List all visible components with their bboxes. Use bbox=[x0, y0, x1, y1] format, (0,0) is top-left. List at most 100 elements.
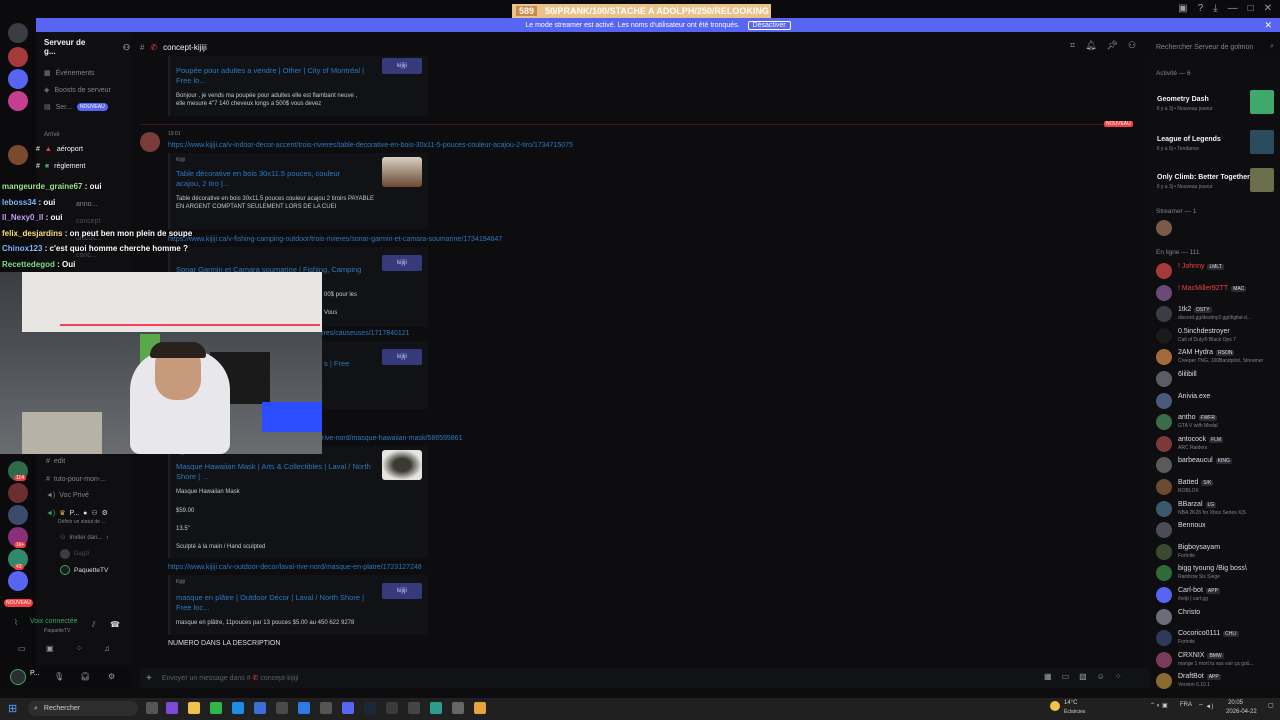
voice-user[interactable]: PaquetteTV bbox=[60, 565, 108, 575]
settings-gear-icon[interactable]: ⚙ bbox=[108, 672, 115, 681]
sidebar-item-concept[interactable]: concept bbox=[76, 218, 101, 225]
member-row[interactable]: ! Johnny LMLT bbox=[1156, 261, 1276, 281]
server-icon[interactable] bbox=[8, 145, 28, 165]
tray-icons[interactable]: ⌃ ◐ ▣ bbox=[1150, 702, 1168, 709]
member-row[interactable]: 0.5inchdestroyer Call of Duty® Black Ops … bbox=[1156, 326, 1276, 346]
app-icon[interactable] bbox=[166, 702, 178, 714]
sidebar-item-boosts[interactable]: ◈ Boosts de serveur bbox=[44, 86, 111, 95]
gift-icon[interactable]: ▦ bbox=[1044, 672, 1052, 681]
windows-start-icon[interactable]: ⊞ bbox=[8, 702, 17, 715]
sidebar-item-edit[interactable]: # edit bbox=[46, 458, 65, 465]
embed-title[interactable]: masque en plâtre | Outdoor Décor | Laval… bbox=[176, 593, 376, 613]
server-icon[interactable] bbox=[8, 91, 28, 111]
app-icon[interactable] bbox=[320, 702, 332, 714]
message-link[interactable]: https://www.kijiji.ca/v-indoor-decor-acc… bbox=[168, 142, 573, 149]
voice-channel-active[interactable]: ◄) ♛ P... ● ⚇ ⚙ bbox=[46, 509, 108, 518]
server-header[interactable]: Serveur de g... ⚇ bbox=[36, 38, 130, 56]
message-link[interactable]: ires/causeuses/1717840121 bbox=[322, 330, 410, 337]
noise-suppression-icon[interactable]: ⫽ bbox=[92, 620, 96, 630]
message-link[interactable]: rive-nord/masque-hawaiian-mask/586595861 bbox=[322, 435, 462, 442]
maximize-icon[interactable]: □ bbox=[1248, 3, 1254, 14]
member-row[interactable]: barbeaucul KING bbox=[1156, 455, 1276, 475]
emoji-icon[interactable]: ☺ bbox=[1097, 672, 1105, 681]
member-row[interactable]: Cocorico0111 CHLI Fortnite bbox=[1156, 628, 1276, 648]
member-row[interactable]: bigg tyoung /Big boss\ Rainbow Six Siege bbox=[1156, 563, 1276, 583]
member-row[interactable]: Carl-bot APP/help | carl.gg bbox=[1156, 585, 1276, 605]
app-icon[interactable] bbox=[298, 702, 310, 714]
sidebar-item-airport[interactable]: # ▲ aéroport bbox=[36, 146, 83, 153]
file-explorer-icon[interactable] bbox=[188, 702, 200, 714]
member-row[interactable]: 2AM Hydra RSON Creeper TNG, 100Bandpilot, … bbox=[1156, 347, 1276, 367]
category-arrivals[interactable]: Arrivé bbox=[44, 132, 60, 138]
member-row[interactable]: Bennoux bbox=[1156, 520, 1276, 540]
member-row[interactable]: BBarzal LG NBA 2K26 for Xbox Series X|S bbox=[1156, 499, 1276, 519]
sidebar-item-conc[interactable]: conc... bbox=[76, 252, 97, 259]
clock-time[interactable]: 20:05 bbox=[1228, 700, 1243, 706]
dm-home-icon[interactable] bbox=[8, 23, 28, 43]
member-row[interactable]: DraftBot APP Version 6.10.1 bbox=[1156, 671, 1276, 691]
disconnect-icon[interactable]: ☎ bbox=[110, 620, 120, 629]
message-link[interactable]: https://www.kijiji.ca/v-outdoor-decor/la… bbox=[168, 564, 422, 571]
gif-icon[interactable]: ▭ bbox=[1062, 672, 1070, 681]
server-icon[interactable] bbox=[8, 505, 28, 525]
member-row[interactable]: 6lilibill bbox=[1156, 369, 1276, 389]
discord-icon[interactable] bbox=[342, 702, 354, 714]
gear-icon[interactable]: ⚙ bbox=[102, 509, 108, 517]
inbox-icon[interactable]: ▣ bbox=[1178, 3, 1187, 14]
screenshare-icon[interactable]: ▣ bbox=[46, 644, 54, 653]
avatar[interactable] bbox=[1156, 220, 1172, 236]
steam-icon[interactable] bbox=[364, 702, 376, 714]
add-member-icon[interactable]: ⚇ bbox=[123, 43, 130, 52]
threads-icon[interactable]: ⌗ bbox=[1070, 40, 1075, 51]
member-row[interactable]: 1tk2 DSTY discord.gg/destiny2.gg/digital-d… bbox=[1156, 304, 1276, 324]
sidebar-item-announcements[interactable]: anno... bbox=[76, 201, 97, 208]
download-icon[interactable]: ⤓ bbox=[1213, 3, 1217, 14]
member-row[interactable]: Bigboysayam Fortnite bbox=[1156, 542, 1276, 562]
sidebar-item-events[interactable]: ▦ Événements bbox=[44, 69, 95, 78]
member-row[interactable]: Christo bbox=[1156, 607, 1276, 627]
activities-icon[interactable]: ⁘ bbox=[76, 644, 83, 653]
app-icon[interactable] bbox=[430, 702, 442, 714]
edge-icon[interactable] bbox=[232, 702, 244, 714]
member-row[interactable]: Anivia.exe bbox=[1156, 391, 1276, 411]
app-icon[interactable] bbox=[452, 702, 464, 714]
member-row[interactable]: antho FWFR GTA V with Medal bbox=[1156, 412, 1276, 432]
sidebar-item-rules[interactable]: # ■ règlement bbox=[36, 163, 85, 170]
message-composer[interactable]: + Envoyer un message dans # ✆ concept-ki… bbox=[140, 668, 1150, 688]
activity-card[interactable]: Geometry Dash Il y a 3j • Nouveau joueur bbox=[1154, 86, 1276, 120]
close-window-icon[interactable]: ✕ bbox=[1264, 3, 1272, 14]
voice-user[interactable]: Dagzi bbox=[60, 549, 89, 559]
sticker-icon[interactable]: ▧ bbox=[1079, 672, 1087, 681]
microphone-icon[interactable]: 🎙︎ bbox=[54, 672, 64, 681]
member-row[interactable]: Batted S/K ROBLOX bbox=[1156, 477, 1276, 497]
app-icon[interactable] bbox=[386, 702, 398, 714]
activity-card[interactable]: Only Climb: Better Together Il y a 3j • … bbox=[1154, 164, 1276, 198]
notification-icon[interactable]: ▢ bbox=[1268, 702, 1274, 709]
disable-streamer-mode-button[interactable]: Désactiver bbox=[747, 20, 791, 30]
avatar[interactable] bbox=[10, 669, 26, 685]
pin-icon[interactable]: 📌︎ bbox=[1107, 40, 1118, 51]
app-icon[interactable] bbox=[474, 702, 486, 714]
soundboard-icon[interactable]: ♫ bbox=[104, 644, 110, 653]
embed-title[interactable]: s | Free bbox=[324, 359, 349, 369]
chat-bubble-icon[interactable]: ● bbox=[83, 510, 87, 517]
apps-icon[interactable]: ⁘ bbox=[1115, 672, 1122, 681]
camera-icon[interactable]: ▭ bbox=[18, 644, 26, 653]
help-icon[interactable]: ? bbox=[1198, 3, 1204, 14]
server-icon[interactable] bbox=[8, 571, 28, 591]
minimize-icon[interactable]: — bbox=[1228, 3, 1238, 14]
server-icon[interactable] bbox=[8, 47, 28, 67]
embed-title[interactable]: Poupée pour adultes a vendre | Other | C… bbox=[176, 66, 376, 86]
avatar[interactable] bbox=[140, 132, 160, 152]
invite-button[interactable]: ⚇ Inviter dan... › bbox=[60, 534, 108, 542]
language-indicator[interactable]: FRA bbox=[1180, 702, 1192, 708]
member-row[interactable]: CRXNIX BMW mange 1 mort tu vas voir ça goû… bbox=[1156, 650, 1276, 670]
network-volume-icons[interactable]: ⌔ ◄) bbox=[1198, 702, 1213, 710]
app-icon[interactable] bbox=[254, 702, 266, 714]
settings-app-icon[interactable] bbox=[276, 702, 288, 714]
obs-icon[interactable] bbox=[408, 702, 420, 714]
add-attachment-icon[interactable]: + bbox=[146, 673, 152, 684]
server-icon[interactable] bbox=[8, 483, 28, 503]
headphones-icon[interactable]: 🎧︎ bbox=[80, 672, 90, 681]
message-link[interactable]: https://www.kijiji.ca/v-fishing-camping-… bbox=[168, 236, 502, 243]
